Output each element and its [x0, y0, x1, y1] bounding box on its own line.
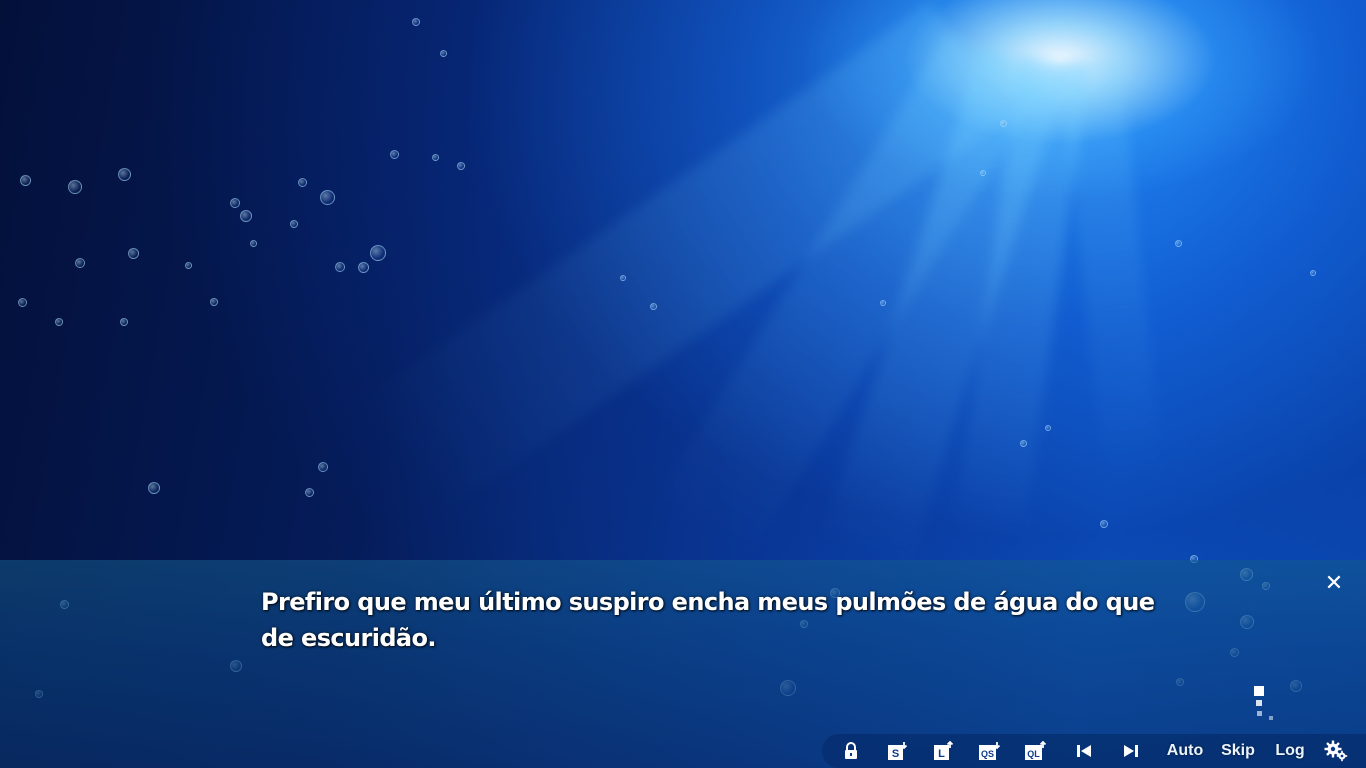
bubble — [148, 482, 160, 494]
log-button[interactable]: Log — [1270, 734, 1310, 768]
quick-save-icon: QS — [979, 742, 1001, 760]
bubble — [980, 170, 986, 176]
bubble — [1000, 120, 1007, 127]
bubble — [210, 298, 218, 306]
light-ray — [1060, 56, 1164, 481]
bubble — [650, 303, 657, 310]
load-icon: L — [934, 741, 954, 760]
rewind-button[interactable] — [1072, 734, 1096, 768]
bubble — [118, 168, 131, 181]
bubble — [68, 180, 82, 194]
save-icon: S — [888, 742, 908, 760]
bubble — [1100, 520, 1108, 528]
forward-button[interactable] — [1119, 734, 1143, 768]
bubble — [230, 198, 240, 208]
bubble — [1310, 270, 1316, 276]
bubble — [620, 275, 626, 281]
bubble — [440, 50, 447, 57]
bubble — [250, 240, 257, 247]
skip-forward-icon — [1124, 745, 1138, 757]
bubble — [75, 258, 85, 268]
bubble — [880, 300, 886, 306]
close-textbox-button[interactable]: ✕ — [1322, 572, 1346, 596]
bubble — [128, 248, 139, 259]
bubble — [412, 18, 420, 26]
bubble — [457, 162, 465, 170]
bubble — [18, 298, 27, 307]
svg-text:L: L — [938, 748, 945, 760]
skip-button[interactable]: Skip — [1218, 734, 1258, 768]
lock-icon — [845, 742, 857, 759]
quick-load-button[interactable]: QL — [1022, 734, 1050, 768]
bubble — [335, 262, 345, 272]
bubble — [1020, 440, 1027, 447]
skip-back-icon — [1077, 745, 1091, 757]
bubble — [305, 488, 314, 497]
continue-indicator-icon — [1250, 686, 1280, 722]
dialogue-text: Prefiro que meu último suspiro encha meu… — [261, 588, 1155, 652]
bubble — [358, 262, 369, 273]
quick-menu-bar: S L QS QL Auto Skip Log — [822, 734, 1366, 768]
load-button[interactable]: L — [930, 734, 958, 768]
bubble — [55, 318, 63, 326]
bubble — [1175, 240, 1182, 247]
bubble — [320, 190, 335, 205]
svg-text:QS: QS — [981, 749, 994, 759]
svg-text:QL: QL — [1027, 749, 1040, 759]
quick-load-icon: QL — [1025, 741, 1047, 760]
bubble — [120, 318, 128, 326]
bubble — [298, 178, 307, 187]
bubble — [318, 462, 328, 472]
gear-icon — [1324, 740, 1348, 762]
quick-save-button[interactable]: QS — [976, 734, 1004, 768]
bubble — [185, 262, 192, 269]
settings-button[interactable] — [1322, 734, 1350, 768]
bubble — [1045, 425, 1051, 431]
bubble — [20, 175, 31, 186]
bubble — [370, 245, 386, 261]
bubble — [432, 154, 439, 161]
auto-button[interactable]: Auto — [1162, 734, 1208, 768]
svg-text:S: S — [892, 748, 899, 760]
bubble — [290, 220, 298, 228]
lock-button[interactable] — [838, 734, 864, 768]
save-button[interactable]: S — [884, 734, 912, 768]
bubble — [390, 150, 399, 159]
bubble — [240, 210, 252, 222]
